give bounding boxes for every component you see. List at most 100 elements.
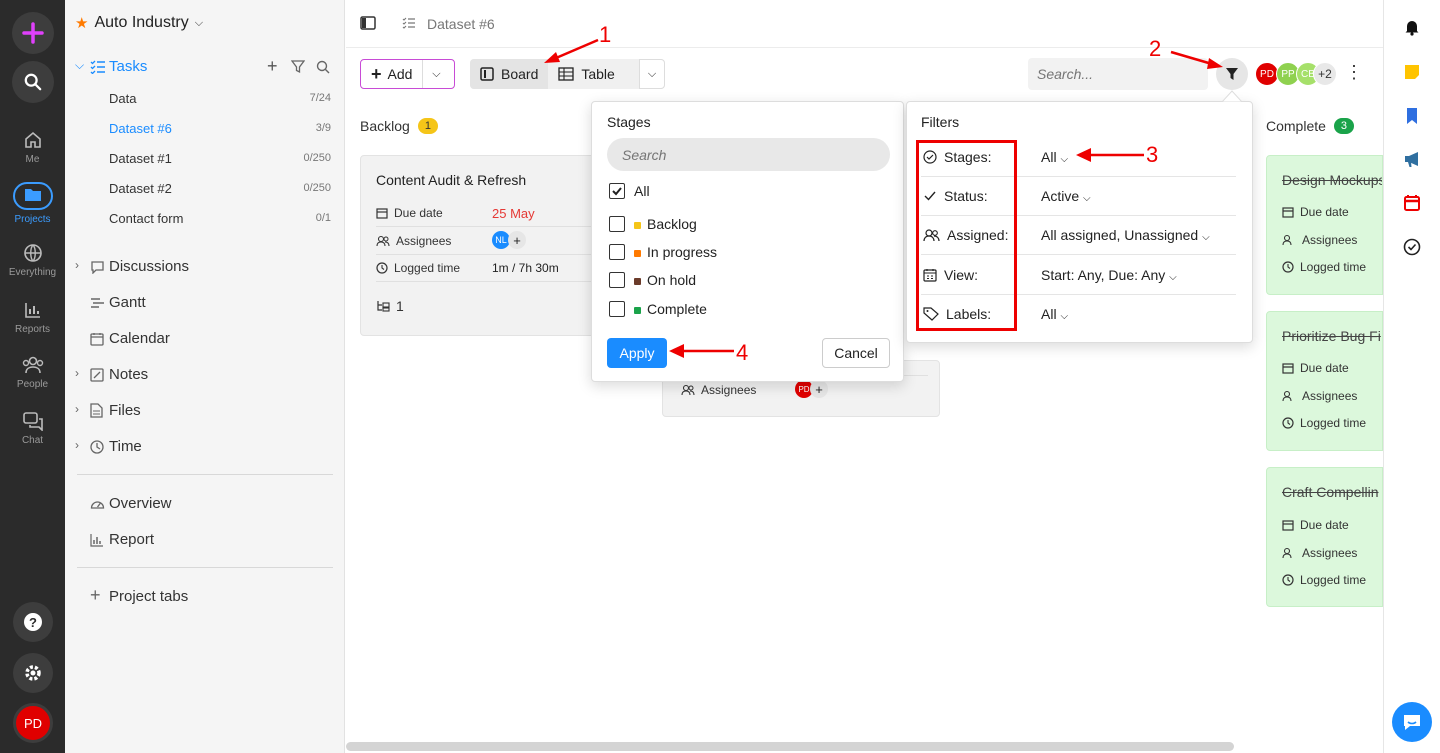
more-options-icon[interactable]: ⋮: [1345, 62, 1363, 83]
sidebar-toggle-icon[interactable]: [360, 16, 376, 30]
rail-me[interactable]: Me: [0, 130, 65, 165]
rail-chat[interactable]: Chat: [0, 411, 65, 446]
cancel-button[interactable]: Cancel: [822, 338, 890, 368]
assignees-row: Assignees: [1282, 233, 1357, 247]
chat-icon: [1404, 715, 1420, 730]
due-date-row: Due date: [1282, 518, 1349, 532]
add-assignee-button[interactable]: +: [508, 231, 526, 249]
filter-button[interactable]: [1216, 58, 1248, 90]
bell-icon[interactable]: [1403, 18, 1421, 36]
logged-time-row: Logged time: [376, 261, 460, 275]
task-card-complete[interactable]: Design Mockups Due date Assignees Logged…: [1266, 155, 1383, 295]
people-icon: [22, 356, 43, 374]
rail-reports-label: Reports: [14, 324, 50, 335]
user-avatar[interactable]: PD: [13, 703, 53, 743]
rail-people[interactable]: People: [0, 355, 65, 390]
rail-reports[interactable]: Reports: [0, 300, 65, 335]
chevron-down-icon: ⌵: [1060, 311, 1069, 322]
task-list-dataset-2[interactable]: Dataset #2 0/250: [109, 181, 335, 196]
rail-projects[interactable]: Projects: [0, 182, 65, 225]
stage-option-in-progress[interactable]: In progress: [609, 244, 717, 260]
task-list-count: 3/9: [315, 122, 331, 134]
note-icon: [90, 368, 104, 382]
search-icon[interactable]: [316, 60, 330, 74]
check-icon: [612, 187, 622, 196]
calendar-icon[interactable]: [1403, 194, 1421, 212]
rail-everything[interactable]: Everything: [0, 243, 65, 278]
search-input[interactable]: [1028, 58, 1208, 90]
task-list-dataset-1[interactable]: Dataset #1 0/250: [109, 151, 335, 166]
sidebar-item-label: Notes: [109, 366, 149, 383]
chevron-down-icon: ⌵: [194, 16, 204, 29]
stages-search-input[interactable]: [607, 138, 890, 171]
task-list-contact-form[interactable]: Contact form 0/1: [109, 211, 335, 226]
plus-icon: [22, 22, 44, 44]
sticky-note-icon[interactable]: [1403, 63, 1421, 81]
support-chat-button[interactable]: [1392, 702, 1432, 742]
filter-value-dropdown[interactable]: All ⌵: [1041, 149, 1068, 165]
checkbox[interactable]: [609, 216, 625, 232]
megaphone-icon[interactable]: [1403, 150, 1423, 168]
column-header-backlog: Backlog 1: [360, 118, 438, 134]
people-icon: [681, 384, 695, 396]
workspace-name: Auto Industry: [94, 14, 189, 31]
check-circle-icon[interactable]: [1403, 238, 1421, 256]
breadcrumb[interactable]: Dataset #6: [427, 16, 495, 32]
task-card-complete[interactable]: Craft Compellin Due date Assignees Logge…: [1266, 467, 1383, 607]
apply-button[interactable]: Apply: [607, 338, 667, 368]
stage-color-dot: [634, 222, 641, 229]
home-icon: [24, 131, 41, 148]
clock-icon: [1282, 417, 1294, 429]
stage-option-all[interactable]: All: [609, 183, 650, 199]
assignees-row: Assignees: [376, 234, 451, 248]
sidebar-divider: [77, 567, 333, 568]
global-search-button[interactable]: [12, 61, 54, 103]
subtasks-count[interactable]: 1: [376, 298, 404, 314]
tab-table[interactable]: Table: [548, 59, 624, 89]
task-list-dataset-6[interactable]: Dataset #6 3/9: [109, 121, 335, 136]
filter-value-dropdown[interactable]: Start: Any, Due: Any ⌵: [1041, 267, 1177, 283]
assignee-initials: PD: [798, 384, 810, 394]
stage-option-on-hold[interactable]: On hold: [609, 272, 696, 288]
due-date-label: Due date: [1300, 518, 1349, 532]
stage-option-complete[interactable]: Complete: [609, 301, 707, 317]
logged-time-label: Logged time: [1300, 573, 1367, 587]
filters-title: Filters: [921, 114, 960, 130]
sidebar-item-label: Gantt: [109, 294, 146, 311]
view-dropdown-button[interactable]: ⌵: [639, 59, 665, 89]
settings-button[interactable]: [13, 653, 53, 693]
filter-value-dropdown[interactable]: Active ⌵: [1041, 188, 1091, 204]
project-sidebar: ★ Auto Industry ⌵ ⌵ Tasks + Data 7/24 Da…: [65, 0, 345, 753]
column-count-badge: 1: [417, 118, 438, 134]
task-card[interactable]: Content Audit & Refresh Due date 25 May …: [360, 155, 596, 336]
add-dropdown-button[interactable]: ⌵: [423, 68, 449, 81]
column-title: Backlog: [360, 118, 410, 134]
checkbox-checked[interactable]: [609, 183, 625, 199]
bookmark-icon[interactable]: [1403, 107, 1421, 125]
add-button[interactable]: + Add: [361, 60, 424, 88]
filter-icon[interactable]: [291, 60, 305, 74]
horizontal-scrollbar[interactable]: [346, 742, 1234, 751]
checkbox[interactable]: [609, 244, 625, 260]
chevron-down-icon: ⌵: [1169, 272, 1177, 283]
filter-value-dropdown[interactable]: All ⌵: [1041, 306, 1068, 322]
tab-board[interactable]: Board: [470, 59, 549, 89]
checkbox[interactable]: [609, 272, 625, 288]
people-icon: [376, 235, 390, 247]
help-button[interactable]: ?: [13, 602, 53, 642]
people-icon: [1282, 234, 1292, 246]
logged-time-row: Logged time: [1282, 416, 1366, 430]
due-date-label: Due date: [1300, 361, 1349, 375]
create-plus-button[interactable]: [12, 12, 54, 54]
more-members-badge[interactable]: +2: [1313, 62, 1337, 86]
task-card-complete[interactable]: Prioritize Bug Fi Due date Assignees Log…: [1266, 311, 1383, 451]
checkbox[interactable]: [609, 301, 625, 317]
add-task-list-icon[interactable]: +: [267, 56, 278, 77]
tab-board-label: Board: [501, 66, 539, 82]
filter-value-dropdown[interactable]: All assigned, Unassigned ⌵: [1041, 227, 1210, 243]
workspace-selector[interactable]: ★ Auto Industry ⌵: [75, 14, 203, 32]
add-assignee-button[interactable]: +: [810, 380, 828, 398]
due-date-value[interactable]: 25 May: [492, 206, 535, 221]
stage-option-backlog[interactable]: Backlog: [609, 216, 697, 232]
task-list-data[interactable]: Data 7/24: [109, 91, 335, 106]
